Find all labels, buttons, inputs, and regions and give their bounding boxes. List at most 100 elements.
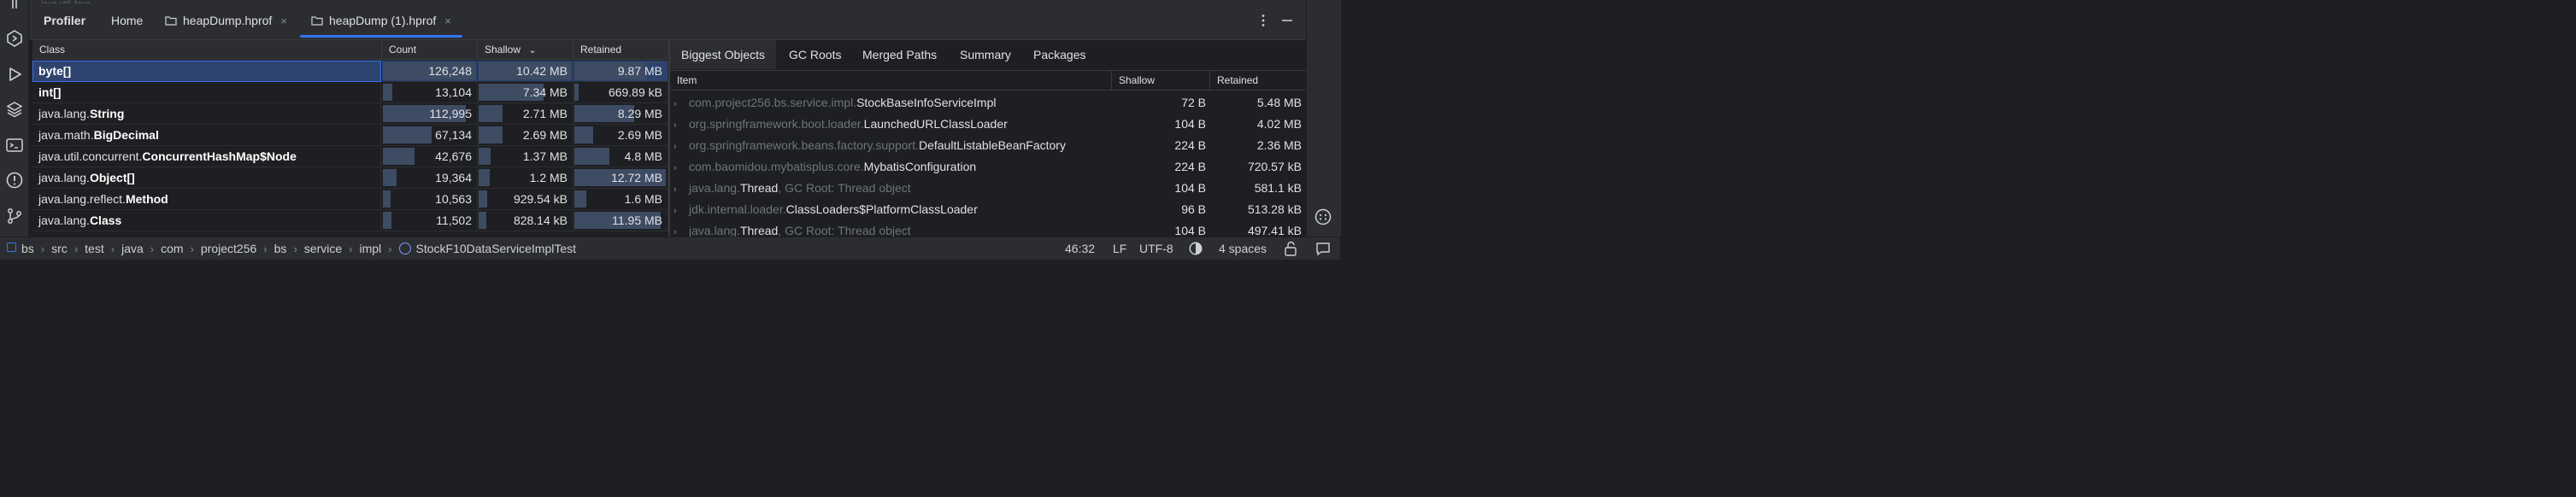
breadcrumb-item[interactable]: project256 (201, 242, 256, 255)
breadcrumb-separator: › (150, 243, 155, 255)
table-row[interactable]: java.lang.String 112,995 2.71 MB 8.29 MB (32, 103, 668, 125)
column-header-class[interactable]: Class (32, 40, 382, 60)
chevron-right-icon[interactable]: › (673, 137, 689, 158)
chevron-right-icon[interactable]: › (673, 94, 689, 115)
class-name-cell: java.lang.Class (32, 210, 381, 231)
breadcrumb-item[interactable]: java (121, 242, 144, 255)
tab-heapdump[interactable]: heapDump.hprof × (165, 9, 287, 32)
tree-row[interactable]: › org.springframework.beans.factory.suppo… (670, 135, 1306, 156)
shallow-cell: 828.14 kB (478, 210, 573, 231)
folder-icon (311, 16, 323, 26)
tab-label: GC Roots (789, 48, 842, 61)
table-row[interactable]: java.lang.reflect.Method 10,563 929.54 kB 1… (32, 189, 668, 210)
tab-biggest-objects[interactable]: Biggest Objects (670, 40, 777, 69)
class-name-cell: byte[] (32, 61, 381, 82)
bookmark-icon[interactable] (5, 0, 24, 10)
retained-cell: 9.87 MB (573, 61, 668, 82)
table-row[interactable]: java.lang.Class 11,502 828.14 kB 11.95 MB (32, 210, 668, 231)
tab-profiler[interactable]: Profiler (44, 9, 85, 32)
table-row[interactable]: java.lang.Object[] 19,364 1.2 MB 12.72 MB (32, 167, 668, 189)
column-header-shallow[interactable]: Shallow ⌄ (478, 40, 573, 60)
item-cell: › com.project256.bs.service.impl.StockBas… (670, 92, 1112, 115)
tab-home[interactable]: Home (111, 9, 143, 32)
chevron-right-icon[interactable]: › (673, 222, 689, 237)
shallow-value: 104 B (1174, 224, 1206, 237)
retained-value: 2.69 MB (617, 128, 662, 142)
breadcrumb-item[interactable]: bs (21, 242, 34, 255)
object-class-name: LaunchedURLClassLoader (863, 117, 1008, 131)
chevron-right-icon[interactable]: › (673, 158, 689, 179)
more-vertical-icon[interactable] (1255, 12, 1272, 29)
count-value: 13,104 (435, 85, 472, 99)
object-class-name: MybatisConfiguration (863, 160, 977, 173)
chevron-right-icon[interactable]: › (673, 115, 689, 137)
column-header-shallow[interactable]: Shallow (1112, 70, 1210, 91)
detail-panel: Biggest Objects GC Roots Merged Paths Su… (670, 40, 1306, 237)
breadcrumb-item[interactable]: impl (359, 242, 381, 255)
close-icon[interactable]: × (444, 15, 451, 27)
shallow-value: 2.71 MB (522, 107, 568, 120)
problems-icon[interactable] (5, 171, 24, 190)
column-header-item[interactable]: Item (670, 70, 1112, 91)
shallow-value: 224 B (1174, 138, 1206, 152)
code-style-icon[interactable] (1188, 241, 1203, 256)
retained-cell: 4.8 MB (573, 146, 668, 167)
tab-merged-paths[interactable]: Merged Paths (851, 40, 948, 69)
chevron-right-icon[interactable]: › (673, 179, 689, 201)
package-name: java.math. (38, 128, 94, 142)
unlock-icon[interactable] (1284, 241, 1297, 256)
class-simple-name: ConcurrentHashMap$Node (142, 149, 297, 163)
class-simple-name: Object[] (89, 171, 135, 184)
tree-row[interactable]: › jdk.internal.loader.ClassLoaders$Platfo… (670, 199, 1306, 220)
retained-value: 4.8 MB (624, 149, 662, 163)
close-icon[interactable]: × (280, 15, 287, 27)
tree-row[interactable]: › java.lang.Thread, GC Root: Thread objec… (670, 178, 1306, 199)
table-row[interactable]: byte[] 126,248 10.42 MB 9.87 MB (32, 61, 668, 82)
tab-packages[interactable]: Packages (1022, 40, 1097, 69)
caret-position[interactable]: 46:32 (1065, 240, 1095, 257)
tab-label: Biggest Objects (681, 48, 766, 61)
notifications-icon[interactable] (1314, 241, 1332, 256)
count-bar (383, 169, 397, 186)
column-header-count[interactable]: Count (382, 40, 478, 60)
class-name-cell: java.lang.Object[] (32, 167, 381, 189)
header-label: Class (39, 44, 66, 56)
ai-assistant-icon[interactable] (1314, 208, 1332, 226)
services-icon[interactable] (5, 29, 24, 48)
tree-row[interactable]: › com.project256.bs.service.impl.StockBas… (670, 92, 1306, 114)
minimize-icon[interactable] (1279, 12, 1296, 29)
breadcrumb-item[interactable]: com (161, 242, 183, 255)
shallow-value: 1.2 MB (529, 171, 568, 184)
package-name: java.lang. (38, 107, 90, 120)
tree-row[interactable]: › java.lang.Thread, GC Root: Thread objec… (670, 220, 1306, 237)
column-header-retained[interactable]: Retained (573, 40, 668, 60)
breadcrumb-item[interactable]: src (51, 242, 68, 255)
class-simple-name: String (89, 107, 125, 120)
breadcrumb-item[interactable]: StockF10DataServiceImplTest (416, 242, 577, 255)
table-row[interactable]: java.util.concurrent.ConcurrentHashMap$N… (32, 146, 668, 167)
file-encoding[interactable]: UTF-8 (1139, 240, 1173, 257)
class-name-cell: int[] (32, 82, 381, 103)
tree-row[interactable]: › com.baomidou.mybatisplus.core.MybatisCo… (670, 156, 1306, 178)
terminal-icon[interactable] (5, 136, 24, 155)
tab-gc-roots[interactable]: GC Roots (778, 40, 852, 69)
shallow-bar (479, 105, 503, 122)
tab-summary[interactable]: Summary (949, 40, 1022, 69)
column-header-retained[interactable]: Retained (1210, 70, 1306, 91)
retained-bar (574, 84, 579, 101)
chevron-right-icon[interactable]: › (673, 201, 689, 222)
line-separator[interactable]: LF (1113, 240, 1126, 257)
indent-setting[interactable]: 4 spaces (1219, 240, 1267, 257)
breadcrumb-separator: › (388, 243, 392, 255)
breadcrumb-item[interactable]: bs (274, 242, 287, 255)
tree-row[interactable]: › org.springframework.boot.loader.Launche… (670, 114, 1306, 135)
tab-heapdump-1[interactable]: heapDump (1).hprof × (311, 9, 451, 32)
breadcrumb-item[interactable]: test (85, 242, 104, 255)
tab-label: Packages (1033, 48, 1086, 61)
layers-icon[interactable] (5, 100, 24, 119)
run-icon[interactable] (5, 65, 24, 84)
table-row[interactable]: java.math.BigDecimal 67,134 2.69 MB 2.69 MB (32, 125, 668, 146)
git-branch-icon[interactable] (5, 207, 24, 225)
breadcrumb-item[interactable]: service (304, 242, 342, 255)
table-row[interactable]: int[] 13,104 7.34 MB 669.89 kB (32, 82, 668, 103)
